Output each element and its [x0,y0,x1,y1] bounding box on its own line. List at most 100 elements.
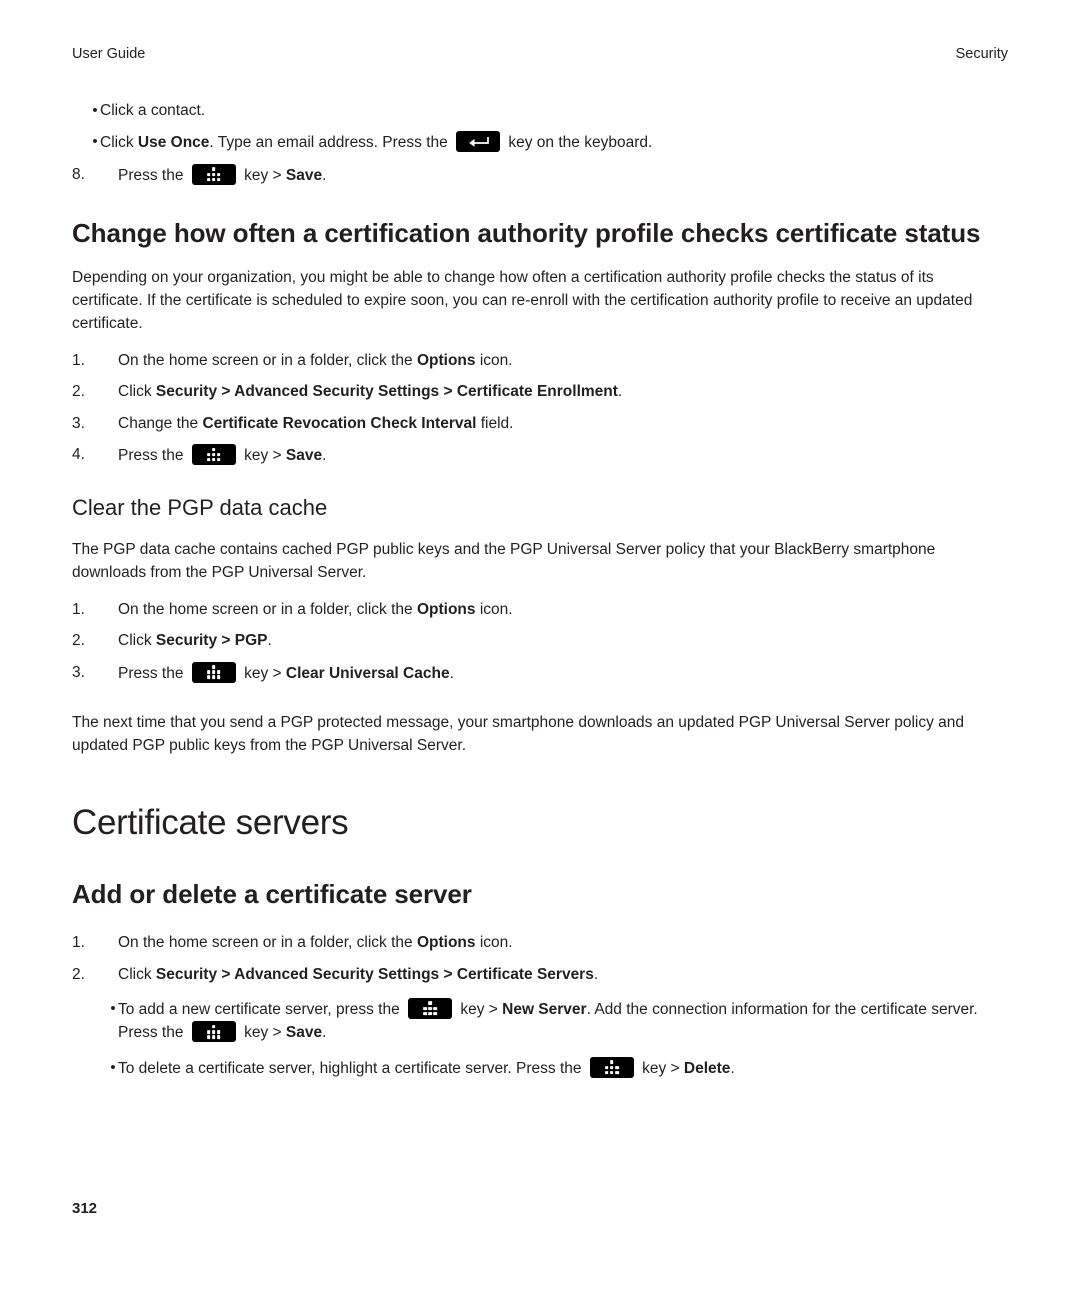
section-heading-change-how-often: Change how often a certification authori… [72,218,981,249]
text-emphasis: Save [285,1024,323,1042]
bullet-glyph: • [92,133,98,151]
list-item: 3. Press the key > Clear Universal Cache… [72,661,1008,685]
text-fragment: icon. [475,934,513,952]
list-item-text: On the home screen or in a folder, click… [118,599,1008,621]
text-fragment: > [217,383,235,401]
section3-sub-bullets: • To add a new certificate server, press… [90,997,1008,1080]
text-emphasis: Use Once [137,134,210,152]
text-fragment: Click [118,965,156,983]
page-number: 312 [72,1200,98,1217]
list-item-number: 8. [72,165,85,183]
text-emphasis: Clear Universal Cache [285,664,450,682]
top-bullet-list: • Click a contact. • Click Use Once. Typ… [72,100,1008,187]
section1-paragraph: Depending on your organization, you migh… [72,268,973,333]
list-item-text: Change the Certificate Revocation Check … [118,413,1008,435]
blackberry-menu-key-icon [191,661,236,683]
blackberry-menu-key-icon [589,1056,634,1078]
text-fragment: . [322,1024,327,1042]
section2-steps: 1. On the home screen or in a folder, cl… [72,599,1008,685]
text-fragment: key > [239,1024,286,1042]
text-fragment: key on the keyboard. [504,134,653,152]
list-item-number: 2. [72,965,85,983]
blackberry-menu-key-icon [408,997,453,1019]
text-fragment: Press the [118,447,188,465]
section-heading-clear-pgp-cache: Clear the PGP data cache [72,494,328,520]
list-item-number: 3. [72,663,85,681]
document-page: User Guide Security • Click a contact. •… [0,0,1080,1296]
text-fragment: . [617,383,623,401]
text-fragment: On the home screen or in a folder, click… [118,600,417,618]
list-item: 4. Press the key > Save. [72,444,1008,467]
text-fragment: > [439,383,457,401]
text-fragment: > [217,965,235,983]
text-emphasis: Delete [683,1059,731,1077]
text-fragment: . Type an email address. Press the [209,134,453,152]
list-item-text: Click a contact. [100,102,206,119]
text-fragment: key > [239,447,286,465]
list-item-text: Press the key > Save. [118,444,1008,467]
text-fragment: > [217,632,235,650]
running-header: User Guide Security [72,46,1008,62]
enter-key-icon [456,131,501,153]
list-item-text: Click Security > PGP. [118,630,1008,652]
text-fragment: key > [456,1000,503,1018]
list-item-text: Press the key > Clear Universal Cache. [118,661,1008,685]
text-fragment: . [593,965,599,983]
header-right-label: Security [955,46,1008,62]
list-item-number: 2. [72,383,85,401]
text-emphasis: New Server [502,1000,587,1018]
text-emphasis: Advanced Security Settings [234,383,440,401]
list-item: • Click Use Once. Type an email address.… [72,131,1008,154]
text-fragment: . [267,632,272,650]
list-item-text: Click Security > Advanced Security Setti… [118,381,1008,403]
text-fragment: On the home screen or in a folder, click… [118,351,417,369]
list-item: 2. Click Security > PGP. [72,630,1008,652]
list-item: 2. Click Security > Advanced Security Se… [72,964,1008,986]
list-item-text: On the home screen or in a folder, click… [118,932,1008,954]
list-item-text: On the home screen or in a folder, click… [118,350,1008,372]
text-fragment: > [439,965,457,983]
text-fragment: . [322,447,327,465]
text-emphasis: Options [416,351,476,369]
list-item: 1. On the home screen or in a folder, cl… [72,350,1008,372]
text-fragment: Press the [118,166,188,184]
list-item-text: Click Use Once. Type an email address. P… [100,131,1008,154]
text-emphasis: Save [285,447,323,465]
section2-closing-paragraph: The next time that you send a PGP protec… [72,714,965,755]
text-emphasis: Certificate Revocation Check Interval [202,414,477,432]
text-emphasis: PGP [234,632,268,650]
list-item-text: To delete a certificate server, highligh… [118,1056,1008,1080]
text-fragment: Click [100,134,138,152]
blackberry-menu-key-icon [191,163,236,185]
section2-paragraph: The PGP data cache contains cached PGP p… [72,541,936,582]
text-emphasis: Security [155,965,218,983]
text-fragment: On the home screen or in a folder, click… [118,934,417,952]
list-item-number: 4. [72,446,85,464]
text-emphasis: Security [155,632,218,650]
text-fragment: icon. [475,351,513,369]
text-fragment: . [322,166,327,184]
text-fragment: key > [239,664,286,682]
text-emphasis: Options [416,600,476,618]
bullet-glyph: • [110,1058,116,1076]
section3-steps: 1. On the home screen or in a folder, cl… [72,932,1008,1080]
text-emphasis: Save [285,166,323,184]
list-item: 3. Change the Certificate Revocation Che… [72,413,1008,435]
list-item: 1. On the home screen or in a folder, cl… [72,599,1008,621]
text-fragment: icon. [475,600,513,618]
list-item-text: Press the key > Save. [118,163,1008,187]
text-fragment: Click [118,632,156,650]
list-item: • Click a contact. [72,100,1008,122]
text-fragment: . [449,664,454,682]
text-fragment: Change the [118,414,203,432]
list-item-text: Click Security > Advanced Security Setti… [118,964,1008,986]
text-fragment: key > [637,1059,684,1077]
text-fragment: Click [118,383,156,401]
bullet-glyph: • [110,999,116,1017]
list-item-number: 1. [72,600,85,618]
text-fragment: To add a new certificate server, press t… [118,1000,405,1018]
text-emphasis: Certificate Servers [456,965,594,983]
section-heading-add-delete-certificate-server: Add or delete a certificate server [72,878,472,909]
list-item: 1. On the home screen or in a folder, cl… [72,932,1008,954]
header-left-label: User Guide [72,46,146,62]
